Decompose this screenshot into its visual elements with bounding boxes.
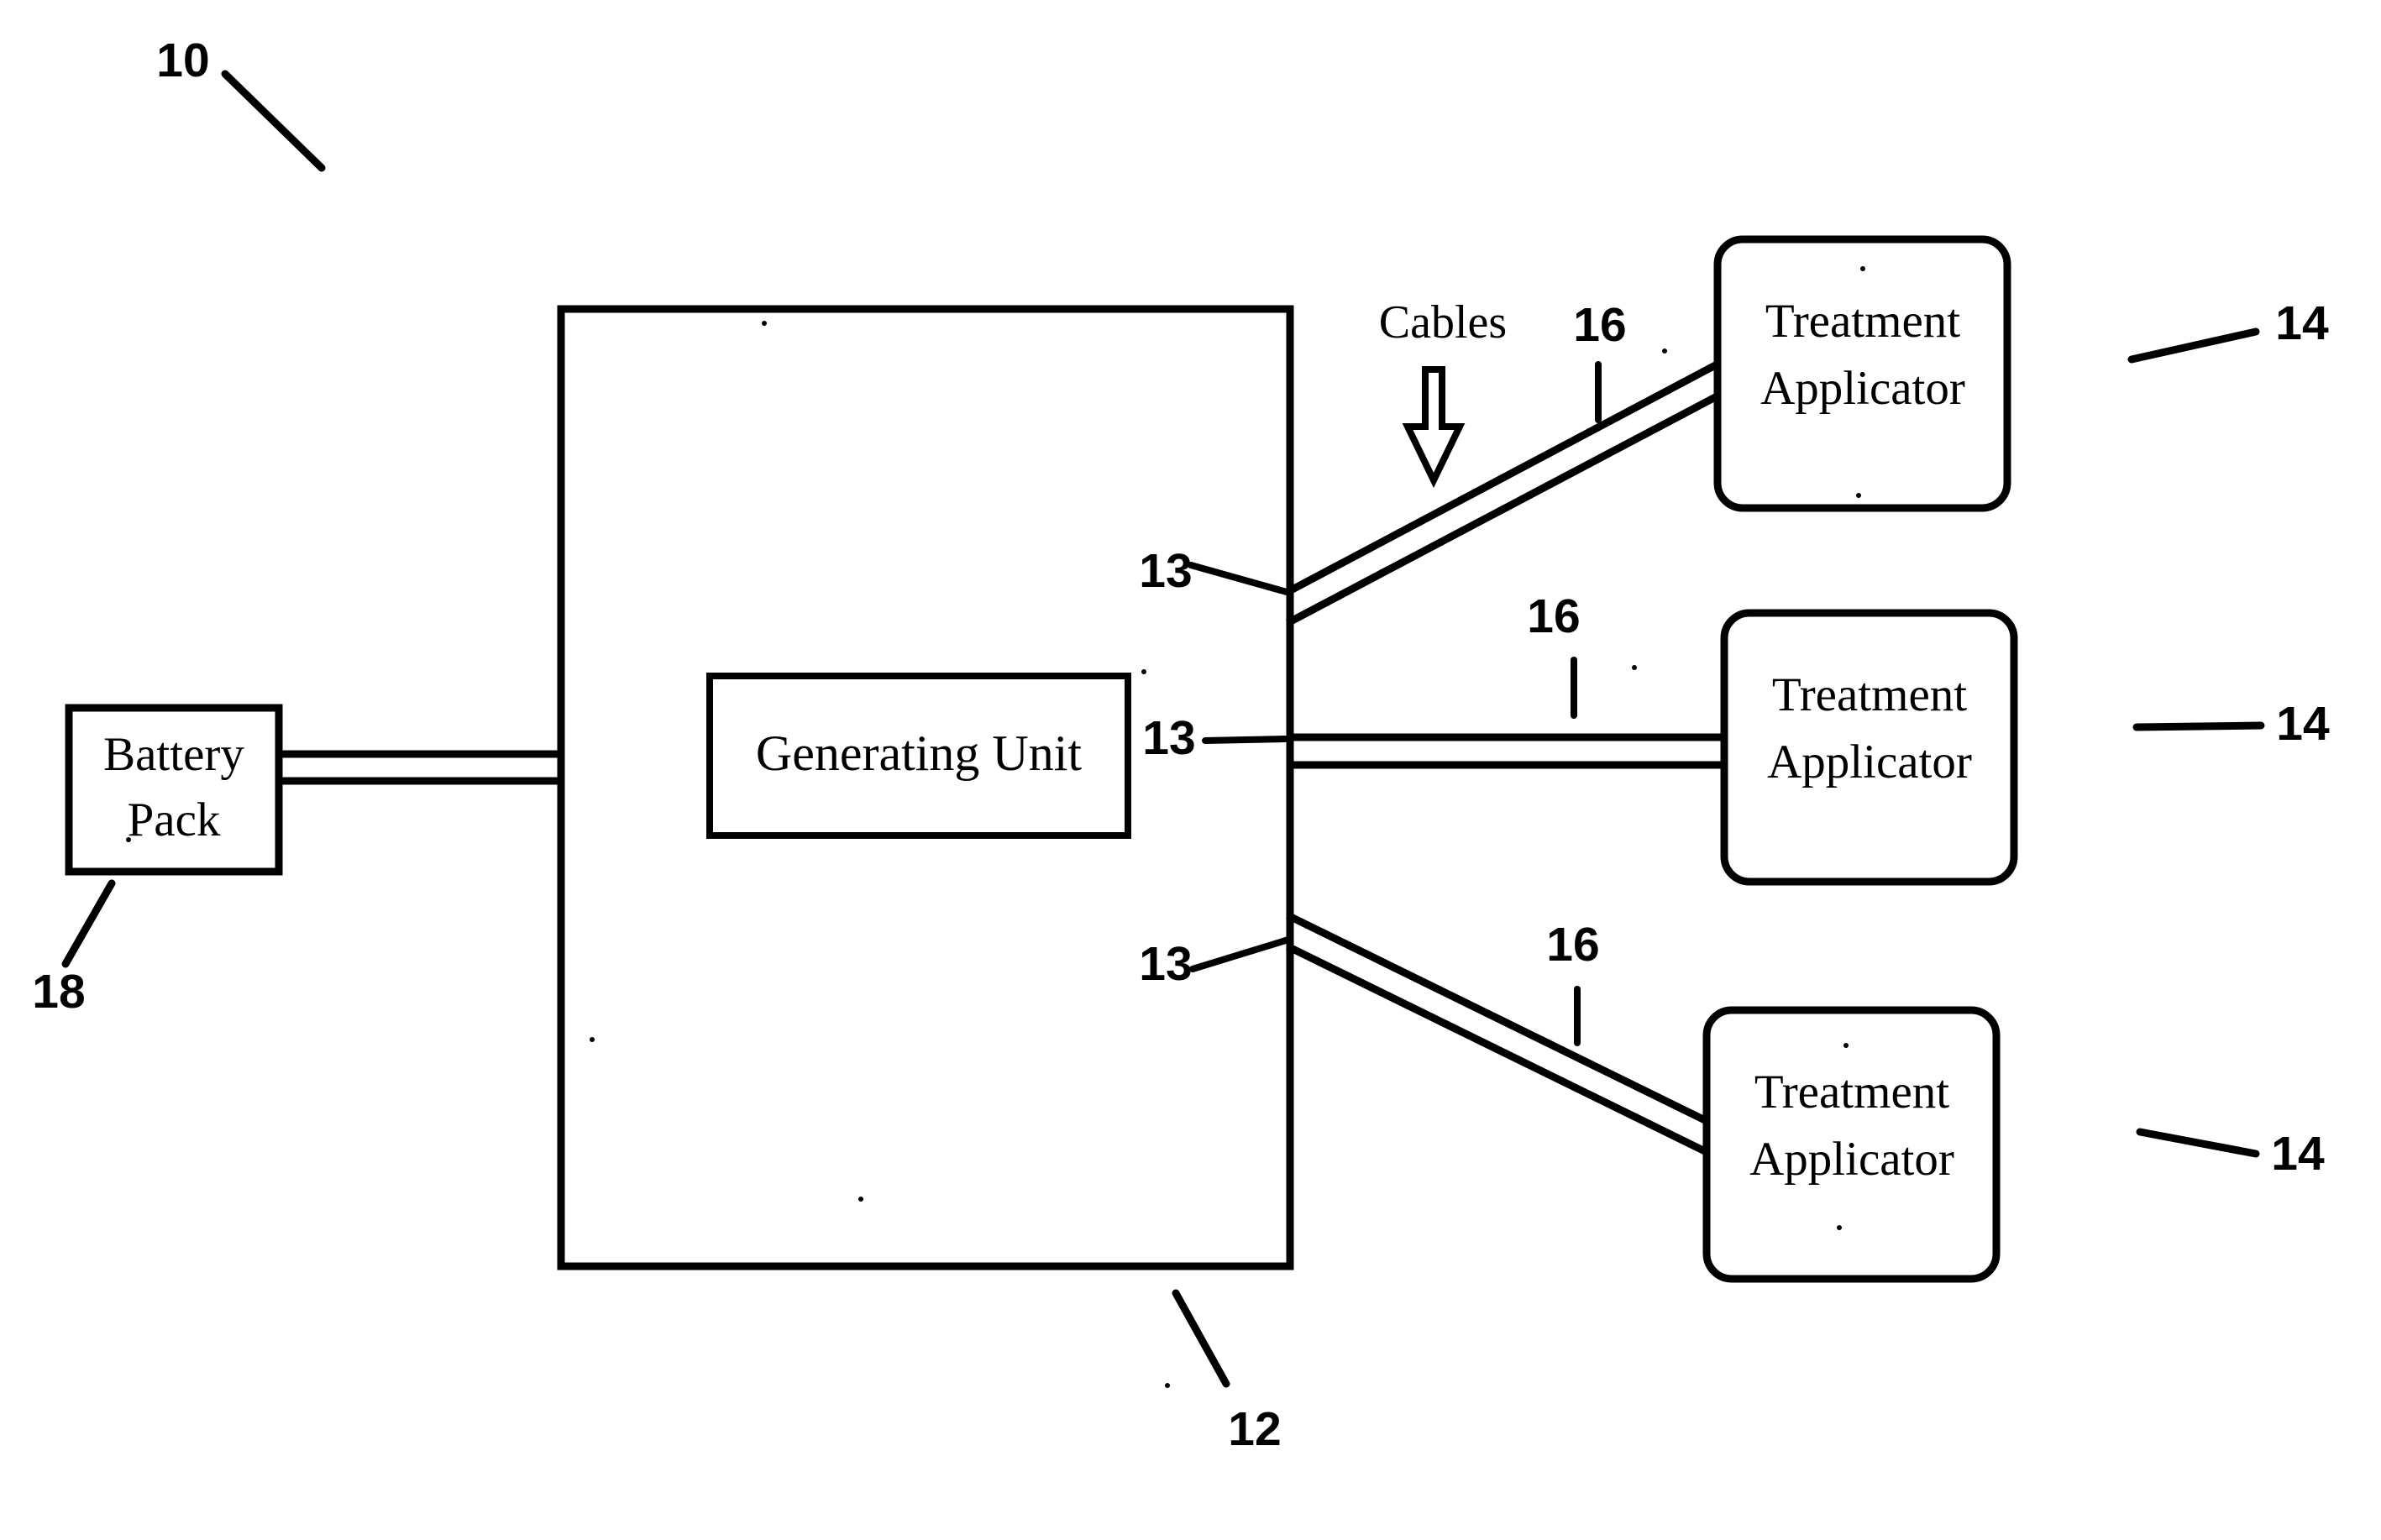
ref-numeral-13-middle: 13: [1142, 711, 1195, 765]
ref-14-top-leader-line: [2127, 327, 2260, 364]
ref-18-group: 18: [32, 879, 116, 1019]
ref-10-group: 10: [156, 34, 326, 172]
cable-top-line-lower: [1285, 391, 1723, 626]
patent-figure: 10 Battery Pack 18 Generating Unit 12 13…: [0, 0, 2381, 1540]
ref-numeral-16-top: 16: [1573, 298, 1626, 352]
ref-numeral-16-middle: 16: [1527, 589, 1580, 643]
applicator-bottom-group: Treatment Applicator: [1702, 1006, 2001, 1283]
ref-16-top-group: 16: [1573, 298, 1627, 423]
ref-numeral-13-bottom: 13: [1139, 937, 1192, 991]
ref-13-middle-leader-line: [1202, 736, 1288, 744]
ref-14-bottom-leader-line: [2136, 1128, 2260, 1158]
ref-numeral-14-top: 14: [2275, 296, 2329, 350]
cable-bottom: [1286, 911, 1712, 1158]
ref-10-leader-line: [221, 70, 326, 172]
cable-top: [1285, 359, 1723, 626]
battery-pack-label-line1: Battery: [103, 728, 244, 781]
ref-numeral-10: 10: [156, 34, 209, 87]
ref-12-leader-line: [1172, 1289, 1230, 1388]
battery-pack-label-line2: Pack: [128, 794, 221, 846]
applicator-middle-label-line1: Treatment: [1772, 668, 1967, 721]
ref-numeral-14-bottom: 14: [2271, 1127, 2325, 1181]
applicator-middle-label-line2: Applicator: [1767, 736, 1972, 788]
cable-bottom-line-upper: [1286, 911, 1712, 1127]
battery-cable: [277, 750, 564, 785]
applicator-top-label-line2: Applicator: [1760, 362, 1965, 415]
ref-14-top-group: 14: [2127, 296, 2329, 364]
generating-unit-label: Generating Unit: [756, 725, 1083, 781]
cable-bottom-line-lower: [1286, 942, 1712, 1158]
ref-14-bottom-group: 14: [2136, 1127, 2325, 1181]
cable-middle: [1288, 733, 1728, 769]
diagram-canvas: 10 Battery Pack 18 Generating Unit 12 13…: [0, 0, 2381, 1540]
ref-numeral-16-bottom: 16: [1546, 918, 1599, 972]
ref-numeral-14-middle: 14: [2276, 697, 2330, 751]
ref-18-leader-line: [61, 879, 116, 968]
applicator-top-label-line1: Treatment: [1765, 295, 1960, 348]
ref-numeral-12: 12: [1228, 1402, 1281, 1456]
applicator-middle-group: Treatment Applicator: [1720, 609, 2018, 886]
ref-14-middle-leader-line: [2132, 721, 2265, 731]
ref-16-middle-group: 16: [1527, 589, 1581, 719]
cables-label: Cables: [1379, 296, 1507, 348]
generating-unit-group: Generating Unit: [706, 673, 1131, 839]
ref-12-group: 12: [1172, 1289, 1282, 1456]
cable-top-line-upper: [1285, 359, 1723, 595]
applicator-bottom-label-line2: Applicator: [1749, 1133, 1954, 1186]
cables-down-arrow-icon: [1402, 366, 1466, 489]
ref-16-bottom-group: 16: [1546, 918, 1600, 1046]
applicator-top-group: Treatment Applicator: [1713, 235, 2011, 512]
applicator-bottom-label-line1: Treatment: [1754, 1066, 1949, 1118]
cables-annotation-group: Cables: [1379, 296, 1507, 489]
ref-14-middle-group: 14: [2132, 697, 2330, 751]
ref-numeral-18: 18: [32, 965, 85, 1019]
ref-numeral-13-top: 13: [1139, 544, 1192, 598]
battery-pack-group: Battery Pack: [65, 704, 283, 876]
